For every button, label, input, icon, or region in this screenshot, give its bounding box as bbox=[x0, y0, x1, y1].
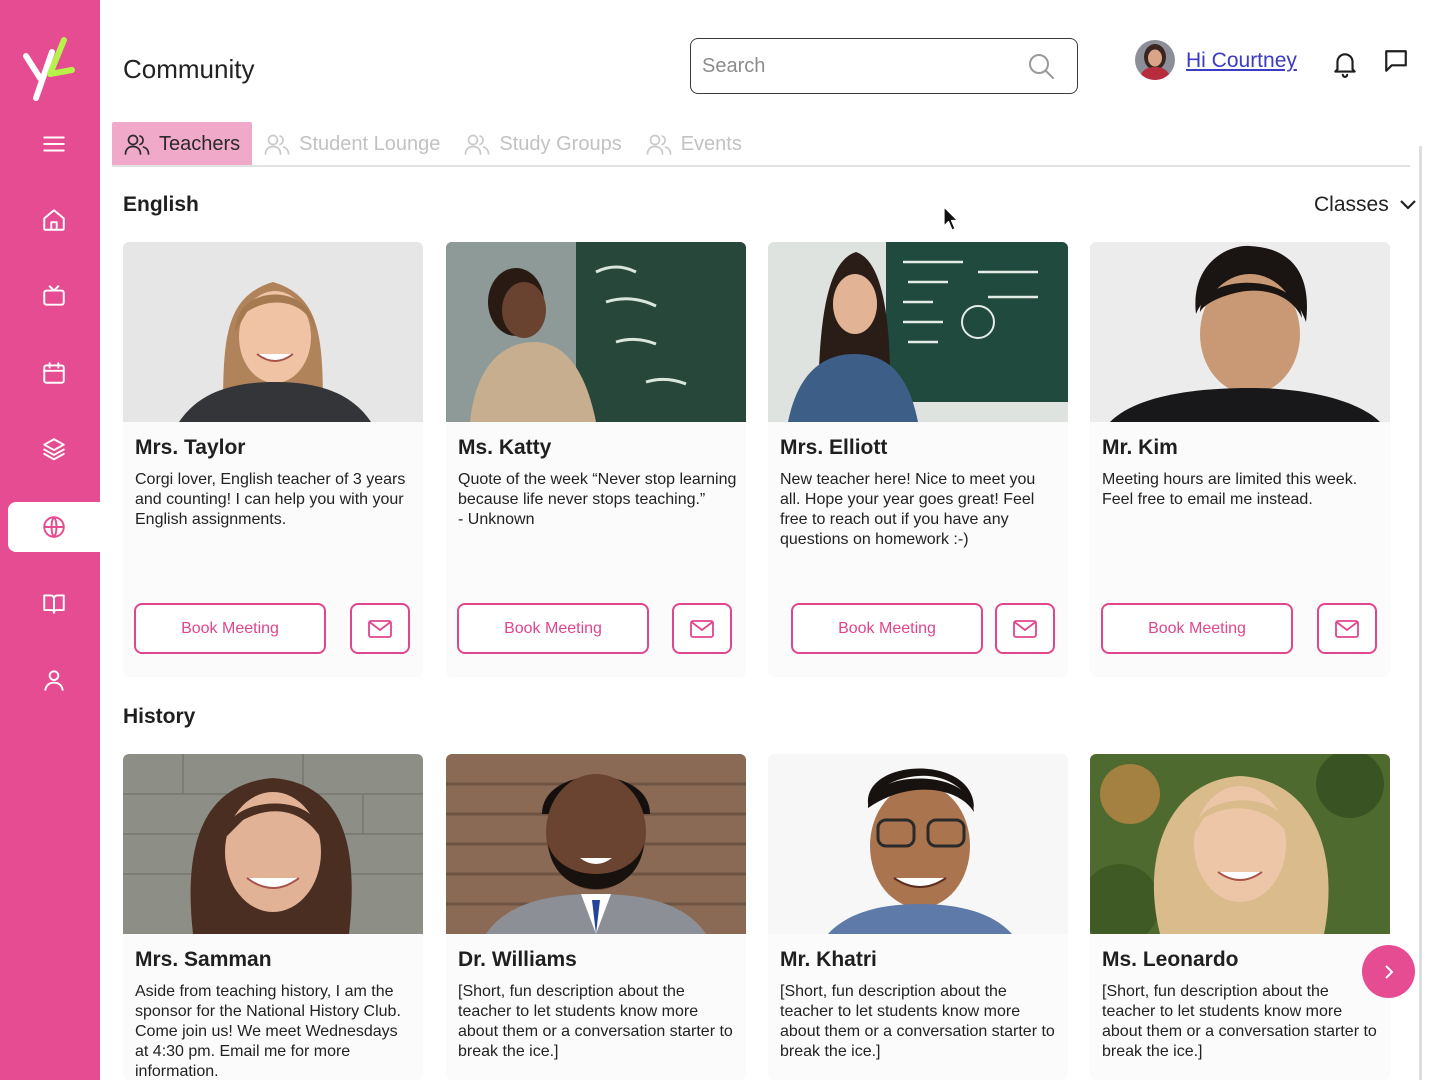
scrollbar[interactable] bbox=[1419, 146, 1422, 1080]
mail-icon bbox=[690, 619, 714, 638]
sidebar bbox=[0, 0, 100, 1080]
mail-icon bbox=[1013, 619, 1037, 638]
tab-study-groups[interactable]: Study Groups bbox=[452, 122, 633, 166]
book-meeting-button[interactable]: Book Meeting bbox=[134, 603, 326, 654]
email-button[interactable] bbox=[1317, 603, 1377, 654]
mail-icon bbox=[1335, 619, 1359, 638]
teacher-description: [Short, fun description about the teache… bbox=[458, 983, 733, 1060]
teacher-card: Mr. Khatri [Short, fun description about… bbox=[768, 754, 1068, 1080]
nav-library[interactable] bbox=[8, 578, 100, 628]
teacher-photo bbox=[1090, 242, 1390, 422]
teacher-card: Mrs. Elliott New teacher here! Nice to m… bbox=[768, 242, 1068, 677]
next-page-button[interactable] bbox=[1362, 945, 1415, 998]
email-button[interactable] bbox=[350, 603, 410, 654]
teacher-description: Corgi lover, English teacher of 3 years … bbox=[135, 471, 406, 528]
nav-calendar[interactable] bbox=[8, 348, 100, 398]
nav-tv[interactable] bbox=[8, 271, 100, 321]
nav-profile[interactable] bbox=[8, 655, 100, 705]
teacher-name: Mrs. Samman bbox=[135, 948, 272, 971]
teacher-description: [Short, fun description about the teache… bbox=[1102, 983, 1377, 1060]
app-root: Community Hi Courtney Teachers Student L… bbox=[0, 0, 1440, 1080]
bell-icon[interactable] bbox=[1332, 50, 1358, 78]
logo[interactable] bbox=[20, 34, 80, 106]
user-icon bbox=[44, 670, 64, 691]
email-button[interactable] bbox=[672, 603, 732, 654]
teacher-name: Mr. Kim bbox=[1102, 436, 1178, 459]
teacher-card: Mrs. Samman Aside from teaching history,… bbox=[123, 754, 423, 1080]
users-icon bbox=[124, 134, 150, 155]
tab-label: Student Lounge bbox=[299, 132, 441, 155]
layers-icon bbox=[43, 438, 65, 461]
teacher-name: Ms. Leonardo bbox=[1102, 948, 1239, 971]
teacher-photo bbox=[123, 242, 423, 422]
teacher-photo bbox=[446, 242, 746, 422]
tab-student-lounge[interactable]: Student Lounge bbox=[252, 122, 452, 166]
tv-icon bbox=[43, 285, 65, 306]
tab-label: Study Groups bbox=[499, 132, 622, 155]
mouse-cursor bbox=[943, 206, 959, 231]
users-icon bbox=[465, 134, 490, 155]
tab-label: Teachers bbox=[159, 132, 241, 155]
email-button[interactable] bbox=[995, 603, 1055, 654]
chevron-right-icon bbox=[1384, 964, 1393, 979]
tab-label: Events bbox=[680, 132, 742, 155]
teacher-description: Quote of the week “Never stop learning b… bbox=[458, 471, 737, 528]
book-meeting-button[interactable]: Book Meeting bbox=[791, 603, 983, 654]
section-title-history: History bbox=[123, 705, 196, 728]
teacher-card: Mr. Kim Meeting hours are limited this w… bbox=[1090, 242, 1390, 677]
nav-layers[interactable] bbox=[8, 424, 100, 474]
users-icon bbox=[264, 134, 290, 155]
nav-community[interactable] bbox=[8, 502, 100, 552]
menu-icon bbox=[43, 136, 65, 152]
classes-label: Classes bbox=[1314, 193, 1389, 216]
teacher-description: New teacher here! Nice to meet you all. … bbox=[780, 471, 1036, 548]
teacher-photo bbox=[446, 754, 746, 934]
chevron-down-icon bbox=[1399, 200, 1416, 210]
nav-home[interactable] bbox=[8, 195, 100, 245]
book-icon bbox=[43, 594, 65, 614]
teacher-description: Aside from teaching history, I am the sp… bbox=[135, 983, 401, 1080]
search-icon[interactable] bbox=[1027, 52, 1055, 80]
teacher-name: Mrs. Elliott bbox=[780, 436, 888, 459]
mail-icon bbox=[368, 619, 392, 638]
teacher-name: Mrs. Taylor bbox=[135, 436, 246, 459]
teacher-photo bbox=[123, 754, 423, 934]
tab-events[interactable]: Events bbox=[634, 122, 754, 166]
teacher-description: [Short, fun description about the teache… bbox=[780, 983, 1055, 1060]
teacher-name: Ms. Katty bbox=[458, 436, 552, 459]
teacher-card: Mrs. Taylor Corgi lover, English teacher… bbox=[123, 242, 423, 677]
chat-icon[interactable] bbox=[1383, 48, 1409, 74]
page-title: Community bbox=[123, 54, 255, 84]
teacher-description: Meeting hours are limited this week. Fee… bbox=[1102, 471, 1358, 508]
globe-icon bbox=[43, 516, 65, 538]
search-input[interactable] bbox=[702, 51, 1012, 81]
book-meeting-button[interactable]: Book Meeting bbox=[1101, 603, 1293, 654]
teacher-photo bbox=[1090, 754, 1390, 934]
teacher-card: Ms. Leonardo [Short, fun description abo… bbox=[1090, 754, 1390, 1080]
tab-divider bbox=[112, 165, 1410, 167]
teacher-name: Dr. Williams bbox=[458, 948, 577, 971]
teacher-photo bbox=[768, 754, 1068, 934]
search-box[interactable] bbox=[690, 38, 1078, 94]
tab-teachers[interactable]: Teachers bbox=[112, 122, 253, 166]
home-icon bbox=[43, 209, 65, 231]
menu-button[interactable] bbox=[8, 119, 100, 169]
classes-dropdown[interactable]: Classes bbox=[1314, 193, 1417, 217]
teacher-photo bbox=[768, 242, 1068, 422]
community-tabs: Teachers Student Lounge Study Groups Eve… bbox=[112, 122, 754, 166]
calendar-icon bbox=[43, 362, 65, 384]
teacher-card: Dr. Williams [Short, fun description abo… bbox=[446, 754, 746, 1080]
user-greeting-link[interactable]: Hi Courtney bbox=[1186, 49, 1297, 73]
avatar[interactable] bbox=[1135, 40, 1175, 80]
teacher-card: Ms. Katty Quote of the week “Never stop … bbox=[446, 242, 746, 677]
teacher-name: Mr. Khatri bbox=[780, 948, 877, 971]
book-meeting-button[interactable]: Book Meeting bbox=[457, 603, 649, 654]
section-title-english: English bbox=[123, 193, 199, 216]
users-icon bbox=[646, 134, 672, 155]
